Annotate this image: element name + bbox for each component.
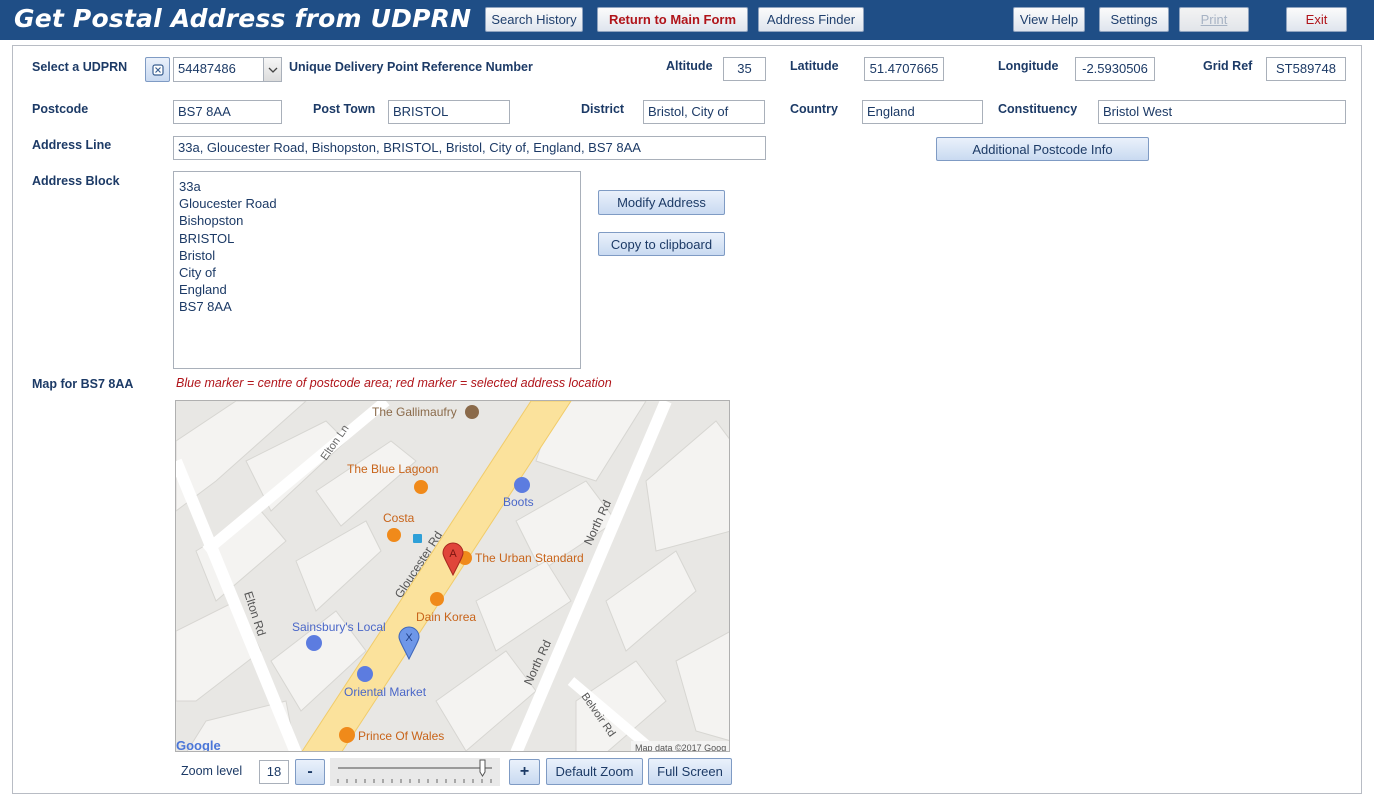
- bar-icon: [465, 405, 479, 419]
- district-field[interactable]: Bristol, City of: [643, 100, 765, 124]
- address-block-line: Gloucester Road: [179, 196, 277, 212]
- default-zoom-button[interactable]: Default Zoom: [546, 758, 643, 785]
- address-block-label: Address Block: [32, 174, 120, 188]
- slider-thumb[interactable]: [479, 759, 486, 777]
- address-block-line: 33a: [179, 179, 201, 194]
- address-block-line: Bishopston: [179, 213, 244, 229]
- map-poi-label: The Blue Lagoon: [347, 462, 438, 476]
- additional-postcode-info-button[interactable]: Additional Postcode Info: [936, 137, 1149, 161]
- pub-icon: [339, 727, 355, 743]
- map-poi-label: Dain Korea: [416, 610, 476, 624]
- address-block-line: BS7 8AA: [179, 299, 232, 315]
- latitude-field[interactable]: 51.4707665: [864, 57, 944, 81]
- constituency-label: Constituency: [998, 102, 1078, 116]
- address-block-line: City of: [179, 265, 216, 281]
- longitude-field[interactable]: -2.5930506: [1075, 57, 1155, 81]
- district-label: District: [581, 102, 625, 116]
- altitude-field[interactable]: 35: [723, 57, 766, 81]
- map-poi-label: Prince Of Wales: [358, 729, 444, 743]
- return-to-main-form-button[interactable]: Return to Main Form: [597, 7, 748, 32]
- title-bar: Get Postal Address from UDPRN Search His…: [0, 0, 1374, 40]
- postcode-field[interactable]: BS7 8AA: [173, 100, 282, 124]
- cafe-icon: [387, 528, 401, 542]
- address-finder-button[interactable]: Address Finder: [758, 7, 864, 32]
- udprn-dropdown-button[interactable]: [263, 57, 282, 82]
- window-title: Get Postal Address from UDPRN: [14, 4, 472, 33]
- chevron-down-icon: [268, 67, 277, 73]
- print-button[interactable]: Print: [1179, 7, 1249, 32]
- shop-icon: [514, 477, 530, 493]
- map-view[interactable]: Elton Ln Gloucester Rd North Rd North Rd…: [175, 400, 730, 752]
- zoom-out-button[interactable]: -: [295, 759, 325, 785]
- bus-stop-icon: [413, 534, 422, 543]
- restaurant-icon: [430, 592, 444, 606]
- map-credit: Map data ©2017 Goog: [635, 743, 726, 752]
- address-block-line: BRISTOL: [179, 230, 235, 246]
- postcode-label: Postcode: [32, 102, 89, 116]
- zoom-in-button[interactable]: +: [509, 759, 540, 785]
- map-label: Map for BS7 8AA: [32, 377, 134, 391]
- udprn-combo[interactable]: 54487486: [173, 57, 265, 82]
- modify-address-button[interactable]: Modify Address: [598, 190, 725, 215]
- udprn-label: Select a UDPRN: [32, 60, 128, 74]
- eraser-icon: [151, 63, 164, 76]
- address-block-line: Bristol: [179, 247, 216, 263]
- cafe-icon: [414, 480, 428, 494]
- red-marker-label: A: [449, 548, 457, 560]
- country-label: Country: [790, 102, 838, 116]
- clear-udprn-button[interactable]: [145, 57, 170, 82]
- blue-marker-label: X: [405, 632, 413, 644]
- map-poi-label: Costa: [383, 511, 415, 525]
- post-town-label: Post Town: [313, 102, 376, 116]
- map-poi-label: Oriental Market: [344, 685, 427, 699]
- exit-button[interactable]: Exit: [1286, 7, 1347, 32]
- address-block-textarea[interactable]: 33a Gloucester Road Bishopston BRISTOL B…: [173, 171, 581, 369]
- address-line-field[interactable]: 33a, Gloucester Road, Bishopston, BRISTO…: [173, 136, 766, 160]
- full-screen-button[interactable]: Full Screen: [648, 758, 732, 785]
- map-poi-label: The Urban Standard: [475, 551, 584, 565]
- map-poi-label: Sainsbury's Local: [292, 620, 386, 634]
- latitude-label: Latitude: [790, 59, 839, 73]
- zoom-level-field[interactable]: 18: [259, 760, 289, 784]
- copy-to-clipboard-button[interactable]: Copy to clipboard: [598, 232, 725, 256]
- address-line-label: Address Line: [32, 138, 112, 152]
- grid-ref-field[interactable]: ST589748: [1266, 57, 1346, 81]
- post-town-field[interactable]: BRISTOL: [388, 100, 510, 124]
- zoom-slider-track: [337, 759, 492, 783]
- view-help-button[interactable]: View Help: [1013, 7, 1085, 32]
- country-field[interactable]: England: [862, 100, 983, 124]
- map-legend-hint: Blue marker = centre of postcode area; r…: [176, 376, 612, 390]
- map-poi-label: Boots: [503, 495, 534, 509]
- settings-button[interactable]: Settings: [1099, 7, 1169, 32]
- grid-ref-label: Grid Ref: [1203, 59, 1253, 73]
- zoom-level-label: Zoom level: [181, 764, 243, 778]
- map-poi-label: The Gallimaufry: [372, 405, 457, 419]
- constituency-field[interactable]: Bristol West: [1098, 100, 1346, 124]
- shop-icon: [306, 635, 322, 651]
- longitude-label: Longitude: [998, 59, 1059, 73]
- altitude-label: Altitude: [666, 59, 713, 73]
- shop-icon: [357, 666, 373, 682]
- zoom-slider[interactable]: [330, 758, 500, 786]
- map-canvas[interactable]: Elton Ln Gloucester Rd North Rd North Rd…: [176, 401, 730, 752]
- address-block-line: England: [179, 282, 227, 298]
- google-logo: Google: [176, 738, 221, 752]
- udprn-description: Unique Delivery Point Reference Number: [289, 60, 533, 74]
- search-history-button[interactable]: Search History: [485, 7, 583, 32]
